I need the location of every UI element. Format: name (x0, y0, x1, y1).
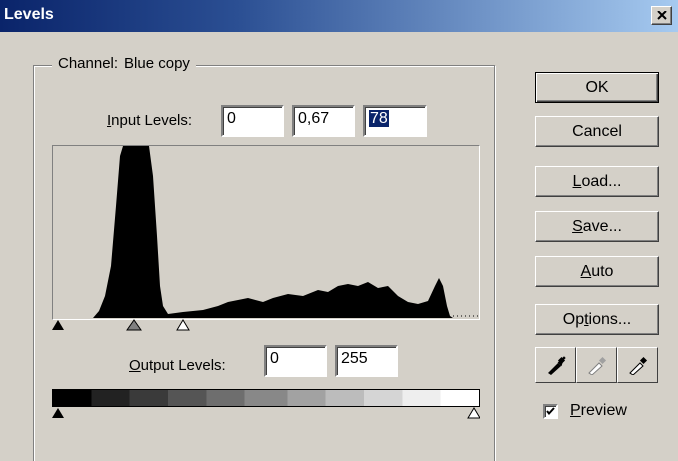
output-gradient-bar (52, 389, 480, 407)
output-slider[interactable] (52, 406, 481, 420)
input-slider[interactable] (52, 318, 480, 332)
black-eyedropper-button[interactable] (535, 347, 576, 383)
auto-button[interactable]: Auto (535, 256, 659, 287)
cancel-button[interactable]: Cancel (535, 116, 659, 147)
dialog-body: Channel: Blue copy Input Levels: 0 0,67 7… (0, 32, 678, 461)
input-gamma-handle (126, 319, 142, 331)
output-slider-track (52, 407, 481, 419)
output-black-point-handle (52, 408, 64, 418)
histogram-graph (53, 146, 479, 318)
load-button[interactable]: Load... (535, 166, 659, 197)
input-white-value: 78 (369, 110, 389, 127)
histogram (52, 145, 480, 320)
output-black-field[interactable]: 0 (264, 345, 327, 377)
black-eyedropper-icon (548, 356, 566, 375)
input-slider-track (52, 319, 190, 331)
window-title: Levels (4, 6, 54, 23)
channel-label: Channel: (58, 55, 119, 72)
white-eyedropper-button[interactable] (617, 347, 658, 383)
close-icon (657, 11, 667, 20)
preview-label: Preview (570, 402, 627, 419)
input-levels-label: Input Levels: (107, 112, 193, 129)
title-bar: Levels (0, 0, 678, 32)
input-black-field[interactable]: 0 (221, 105, 284, 137)
eyedropper-group (535, 347, 659, 383)
channel-value: Blue copy (124, 55, 190, 72)
gray-eyedropper-button[interactable] (576, 347, 617, 383)
input-black-point-handle (52, 320, 64, 330)
white-eyedropper-icon (629, 356, 648, 375)
ok-button[interactable]: OK (535, 72, 659, 103)
preview-checkbox[interactable] (543, 404, 558, 419)
checkmark-icon (546, 407, 555, 416)
channel-legend[interactable]: Channel: Blue copy (52, 55, 196, 72)
save-button[interactable]: Save... (535, 211, 659, 242)
output-levels-label: Output Levels: (129, 357, 226, 374)
input-white-point-handle (176, 319, 190, 331)
output-white-field[interactable]: 255 (335, 345, 398, 377)
output-white-point-handle (467, 407, 481, 419)
options-button[interactable]: Options... (535, 304, 659, 335)
input-white-field[interactable]: 78 (363, 105, 427, 137)
input-gamma-field[interactable]: 0,67 (292, 105, 355, 137)
close-button[interactable] (651, 6, 672, 25)
gray-eyedropper-icon (588, 356, 607, 375)
